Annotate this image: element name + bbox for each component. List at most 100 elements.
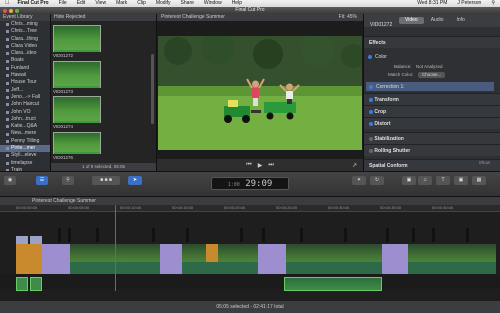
menu-file[interactable]: File (54, 0, 72, 7)
timeline-clip[interactable] (42, 244, 70, 276)
clip-thumbnail[interactable] (53, 96, 101, 123)
event-icon (6, 23, 9, 27)
menu-help[interactable]: Help (227, 0, 247, 7)
timeline-clip[interactable] (160, 244, 182, 276)
event-item[interactable]: Jeff... (0, 87, 50, 94)
event-item[interactable]: Jeno...-> Fall (0, 94, 50, 101)
play-icon[interactable]: ▶ (258, 162, 263, 169)
timeline-clip[interactable] (258, 244, 286, 276)
audio-clip[interactable] (30, 277, 42, 291)
enable-stabilization-icon[interactable] (369, 136, 373, 141)
photo-browser-icon[interactable]: ▣ (402, 176, 416, 185)
select-tool-icon[interactable]: ➤ (128, 176, 142, 185)
search-icon[interactable]: ⚲ (486, 0, 500, 7)
menu-window[interactable]: Window (199, 0, 227, 7)
enable-rolling-shutter-icon[interactable] (369, 148, 373, 153)
event-item[interactable]: Boats (0, 57, 50, 64)
event-item[interactable]: New...mere (0, 130, 50, 137)
music-icon[interactable]: ♫ (418, 176, 432, 185)
event-item[interactable]: Styli...eleve (0, 152, 50, 159)
event-label: Boats (11, 57, 24, 64)
connected-clip[interactable] (16, 236, 28, 244)
show-toggle[interactable]: Show (479, 160, 490, 165)
event-label: Jeff... (11, 86, 24, 93)
playhead[interactable] (115, 205, 116, 291)
connected-clip[interactable] (30, 236, 42, 244)
event-item[interactable]: John VO (0, 109, 50, 116)
enable-color-icon[interactable] (368, 55, 372, 59)
section-effects[interactable]: Effects (364, 36, 500, 48)
edit-buttons[interactable]: ■ ■ ■ (92, 176, 120, 185)
clip-thumbnail[interactable] (53, 25, 101, 52)
search-icon[interactable]: ⚲ (62, 176, 74, 185)
fullscreen-icon[interactable]: ↗ (352, 162, 357, 169)
event-item[interactable]: Katie...Q&A (0, 123, 50, 130)
event-item[interactable]: Pinte...mer (0, 145, 50, 153)
menu-share[interactable]: Share (176, 0, 199, 7)
share-icon[interactable]: ↻ (370, 176, 384, 185)
timeline-clip[interactable] (16, 244, 42, 276)
event-item[interactable]: Funland (0, 65, 50, 72)
timeline-ruler[interactable]: 00:00:00:00 00:00:05:00 00:00:10:00 00:00:1… (0, 205, 500, 212)
timeline-clip[interactable] (382, 244, 408, 276)
tab-info[interactable]: Info (451, 17, 471, 24)
event-item[interactable]: House Tour (0, 79, 50, 86)
tab-video[interactable]: Video (399, 17, 424, 24)
event-item[interactable]: Chris...Tree (0, 28, 50, 35)
menu-mark[interactable]: Mark (111, 0, 132, 7)
event-item[interactable]: Hawaii (0, 72, 50, 79)
browser-scrollbar[interactable] (151, 54, 154, 124)
event-item[interactable]: John...truct (0, 116, 50, 123)
browser-filter[interactable]: Hide Rejected (51, 14, 156, 21)
user-name[interactable]: J Peterson (452, 0, 486, 7)
timecode-prefix: 1:00 (227, 182, 240, 188)
color-board-icon[interactable]: ✦ (352, 176, 366, 185)
event-item[interactable]: John Haircut (0, 101, 50, 108)
clock[interactable]: Wed 8:31 PM (412, 0, 452, 7)
inspector-clip-id: VID01272 (370, 22, 393, 28)
themes-icon[interactable]: ▦ (472, 176, 486, 185)
event-item[interactable]: timelapse (0, 160, 50, 167)
correction-row[interactable]: Correction 1: (366, 82, 494, 91)
event-item[interactable]: Clara...thing (0, 36, 50, 43)
skip-back-icon[interactable]: ⏮ (246, 162, 251, 169)
apple-icon[interactable]:  (0, 0, 13, 7)
skip-forward-icon[interactable]: ⏭ (268, 162, 273, 169)
event-icon (6, 154, 9, 158)
tab-audio[interactable]: Audio (425, 17, 450, 24)
close-icon[interactable] (3, 8, 7, 13)
list-view-icon[interactable]: ☰ (36, 176, 48, 185)
menu-clip[interactable]: Clip (132, 0, 151, 7)
event-item[interactable]: Penny Tilling (0, 138, 50, 145)
event-item[interactable]: Clara Video (0, 43, 50, 50)
music-clip[interactable] (284, 277, 382, 291)
ruler-tick-label: 00:00:00:00 (16, 205, 38, 210)
menu-modify[interactable]: Modify (151, 0, 176, 7)
generator-icon[interactable]: ▣ (454, 176, 468, 185)
menu-view[interactable]: View (90, 0, 111, 7)
clip-thumbnail[interactable] (53, 132, 101, 154)
camera-import-icon[interactable]: ◉ (4, 176, 16, 185)
title-icon[interactable]: T (436, 176, 450, 185)
enable-crop-icon[interactable] (369, 109, 373, 114)
correction-label: Correction 1: (376, 83, 405, 90)
enable-distort-icon[interactable] (369, 121, 373, 126)
choose-button[interactable]: Choose... (418, 72, 446, 78)
event-label: John Haircut (11, 101, 40, 108)
audio-clip[interactable] (16, 277, 28, 291)
video-frame[interactable] (158, 36, 362, 150)
event-icon (6, 139, 9, 143)
enable-correction-icon[interactable] (369, 84, 373, 89)
fit-value[interactable]: 45% (347, 14, 357, 20)
enable-transform-icon[interactable] (369, 97, 373, 102)
clip-thumbnail[interactable] (53, 61, 101, 88)
minimize-icon[interactable] (9, 8, 13, 13)
menu-edit[interactable]: Edit (72, 0, 91, 7)
event-icon (6, 81, 9, 85)
zoom-icon[interactable] (15, 8, 19, 13)
event-item[interactable]: Clara...ideo (0, 50, 50, 57)
menu-app-name[interactable]: Final Cut Pro (13, 0, 54, 7)
event-label: House Tour (11, 79, 37, 86)
event-item[interactable]: Chris...ming (0, 21, 50, 28)
timecode-display[interactable]: 1:00 29:09 (211, 177, 289, 190)
